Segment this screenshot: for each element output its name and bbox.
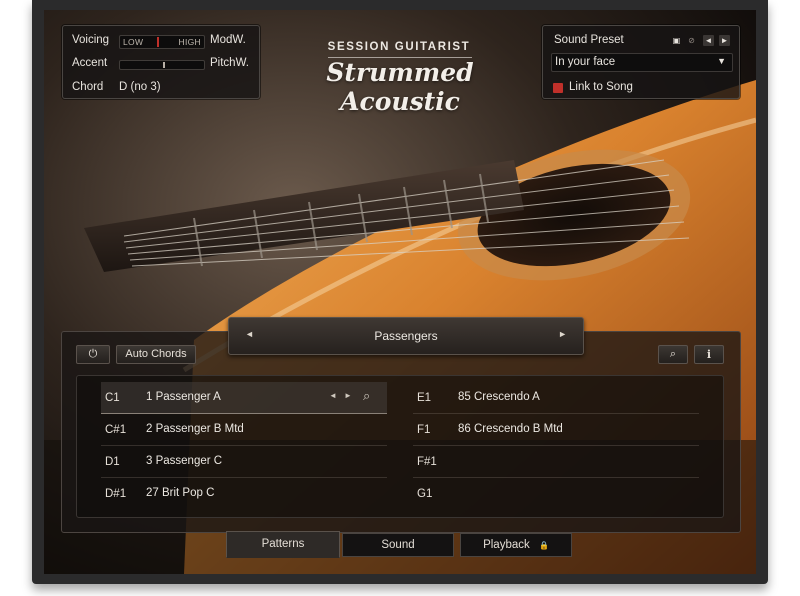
list-item[interactable]: G1	[413, 478, 699, 510]
list-item[interactable]: C#1 2 Passenger B Mtd	[101, 414, 387, 446]
voicing-label: Voicing	[72, 34, 110, 46]
voicing-low-label: LOW	[123, 37, 144, 47]
sound-preset-value: In your face	[555, 56, 616, 68]
accent-label: Accent	[72, 57, 108, 69]
pattern-name: 85 Crescendo A	[458, 391, 540, 403]
pattern-name: 27 Brit Pop C	[146, 487, 215, 499]
list-item[interactable]: C1 1 Passenger A ◄ ► ⌕	[101, 382, 387, 414]
pattern-next-icon[interactable]: ►	[344, 391, 352, 400]
power-button[interactable]: ⏻	[76, 345, 110, 364]
pattern-key: F#1	[417, 456, 437, 468]
accent-slider[interactable]	[119, 60, 205, 70]
preset-next-button[interactable]: ►	[719, 35, 730, 46]
pattern-bank-selector[interactable]: ◄ Passengers ►	[228, 317, 584, 355]
search-button[interactable]: ⌕	[658, 345, 688, 364]
performance-panel: Voicing LOW HIGH ModW. Accent PitchW. Ch…	[62, 25, 260, 99]
info-icon: i	[706, 348, 712, 361]
plugin-window-frame: Voicing LOW HIGH ModW. Accent PitchW. Ch…	[32, 0, 768, 584]
lock-icon: 🔒	[538, 541, 549, 550]
pattern-key: C1	[105, 392, 120, 404]
tab-playback-label: Playback	[483, 539, 530, 551]
voicing-high-label: HIGH	[178, 37, 201, 47]
info-button[interactable]: i	[694, 345, 724, 364]
voicing-slider-thumb[interactable]	[156, 37, 159, 47]
list-item[interactable]: F#1	[413, 446, 699, 478]
pattern-list: C1 1 Passenger A ◄ ► ⌕ C#1 2 Passenger B…	[76, 375, 724, 518]
tab-playback[interactable]: Playback 🔒	[460, 533, 572, 557]
accent-slider-thumb[interactable]	[162, 62, 165, 68]
pattern-key: F1	[417, 424, 431, 436]
voicing-slider[interactable]: LOW HIGH	[119, 35, 205, 49]
pitchwheel-label: PitchW.	[210, 57, 249, 69]
list-item[interactable]: E1 85 Crescendo A	[413, 382, 699, 414]
list-item[interactable]: D1 3 Passenger C	[101, 446, 387, 478]
sound-preset-label: Sound Preset	[554, 34, 624, 46]
pattern-key: D1	[105, 456, 120, 468]
tab-patterns[interactable]: Patterns	[226, 531, 340, 558]
power-icon: ⏻	[88, 348, 98, 360]
clear-icon[interactable]: ⊘	[686, 35, 697, 46]
pattern-bank-name: Passengers	[374, 329, 438, 343]
preset-prev-button[interactable]: ◄	[703, 35, 714, 46]
pattern-search-icon[interactable]: ⌕	[363, 388, 370, 404]
product-subtitle: SESSION GUITARIST	[327, 41, 471, 53]
plugin-screen: Voicing LOW HIGH ModW. Accent PitchW. Ch…	[44, 10, 756, 574]
pattern-name: 2 Passenger B Mtd	[146, 423, 244, 435]
chord-value: D (no 3)	[119, 81, 161, 93]
search-icon: ⌕	[669, 348, 677, 360]
chord-label: Chord	[72, 81, 104, 93]
list-item[interactable]: D#1 27 Brit Pop C	[101, 478, 387, 510]
sound-preset-dropdown[interactable]: In your face ▼	[551, 53, 733, 72]
pattern-name: 1 Passenger A	[146, 391, 221, 403]
pattern-name: 86 Crescendo B Mtd	[458, 423, 563, 435]
product-title: Strummed Acoustic	[326, 58, 474, 116]
pattern-key: G1	[417, 488, 433, 500]
auto-chords-button[interactable]: Auto Chords	[116, 345, 196, 364]
chevron-down-icon: ▼	[717, 56, 726, 66]
pattern-key: E1	[417, 392, 432, 404]
pattern-key: C#1	[105, 424, 127, 436]
link-to-song-checkbox[interactable]	[553, 83, 563, 93]
tab-sound[interactable]: Sound	[342, 533, 454, 557]
pattern-prev-icon[interactable]: ◄	[329, 391, 337, 400]
sound-preset-panel: Sound Preset ▣ ⊘ ◄ ► In your face ▼ Link…	[542, 25, 740, 99]
pattern-name: 3 Passenger C	[146, 455, 223, 467]
save-icon[interactable]: ▣	[671, 35, 682, 46]
link-to-song-label: Link to Song	[569, 81, 633, 93]
list-item[interactable]: F1 86 Crescendo B Mtd	[413, 414, 699, 446]
modwheel-label: ModW.	[210, 34, 246, 46]
bank-next-icon[interactable]: ►	[558, 329, 567, 339]
pattern-key: D#1	[105, 488, 127, 500]
